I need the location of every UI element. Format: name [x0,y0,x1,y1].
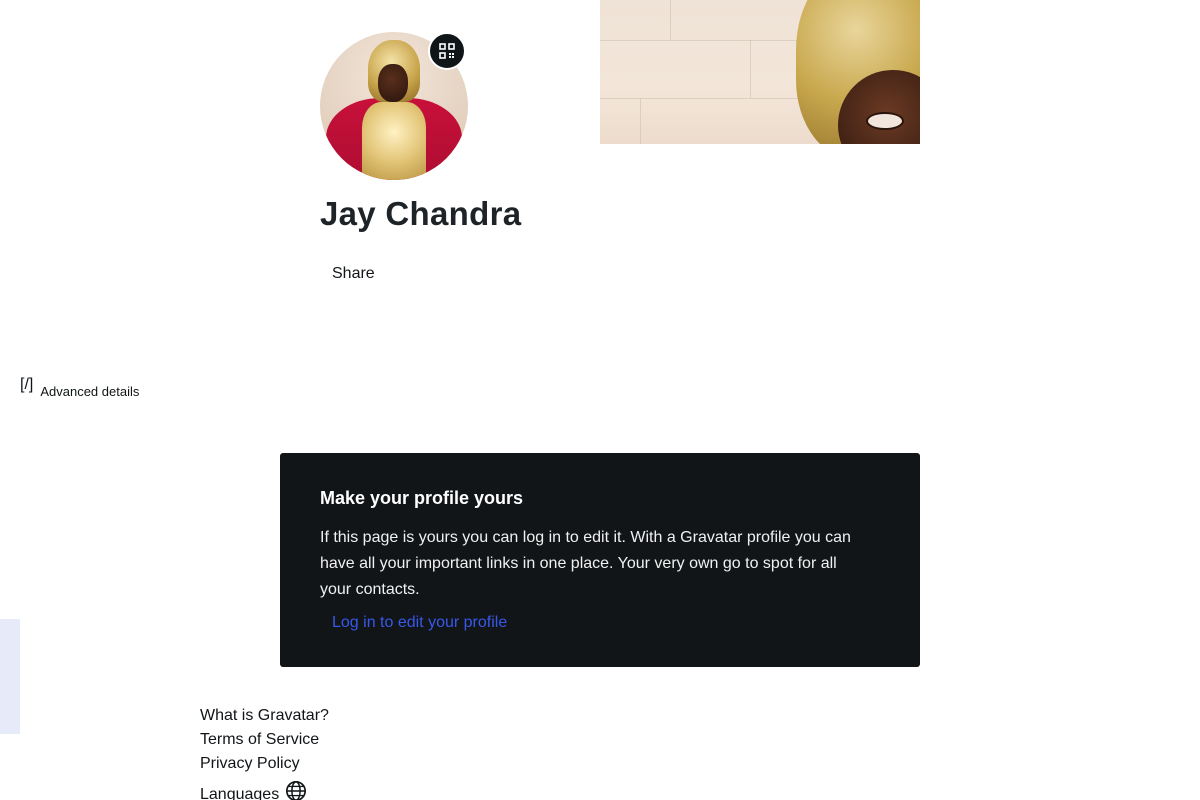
footer: What is Gravatar? Terms of Service Priva… [200,704,329,800]
share-button[interactable]: Share [332,265,375,283]
profile-name: Jay Chandra [320,195,522,232]
advanced-details[interactable]: [/] Advanced details [20,376,139,399]
qr-code-icon [439,43,455,59]
card-body: If this page is yours you can log in to … [320,529,851,598]
globe-icon [286,781,307,800]
footer-link-privacy[interactable]: Privacy Policy [200,752,329,776]
login-link[interactable]: Log in to edit your profile [332,614,507,632]
side-panel [0,619,20,734]
qr-code-button[interactable] [428,32,466,70]
languages-label: Languages [200,786,280,800]
header-image [600,0,920,144]
code-icon: [/] [20,376,34,393]
advanced-details-label[interactable]: Advanced details [40,384,139,399]
footer-link-terms[interactable]: Terms of Service [200,728,329,752]
footer-link-what-is-gravatar[interactable]: What is Gravatar? [200,704,329,728]
claim-profile-card: Make your profile yours If this page is … [280,453,920,667]
card-title: Make your profile yours [320,488,524,508]
languages-button[interactable]: Languages [200,779,329,800]
profile-page: Jay Chandra Share [/] Advanced details M… [0,0,1200,800]
